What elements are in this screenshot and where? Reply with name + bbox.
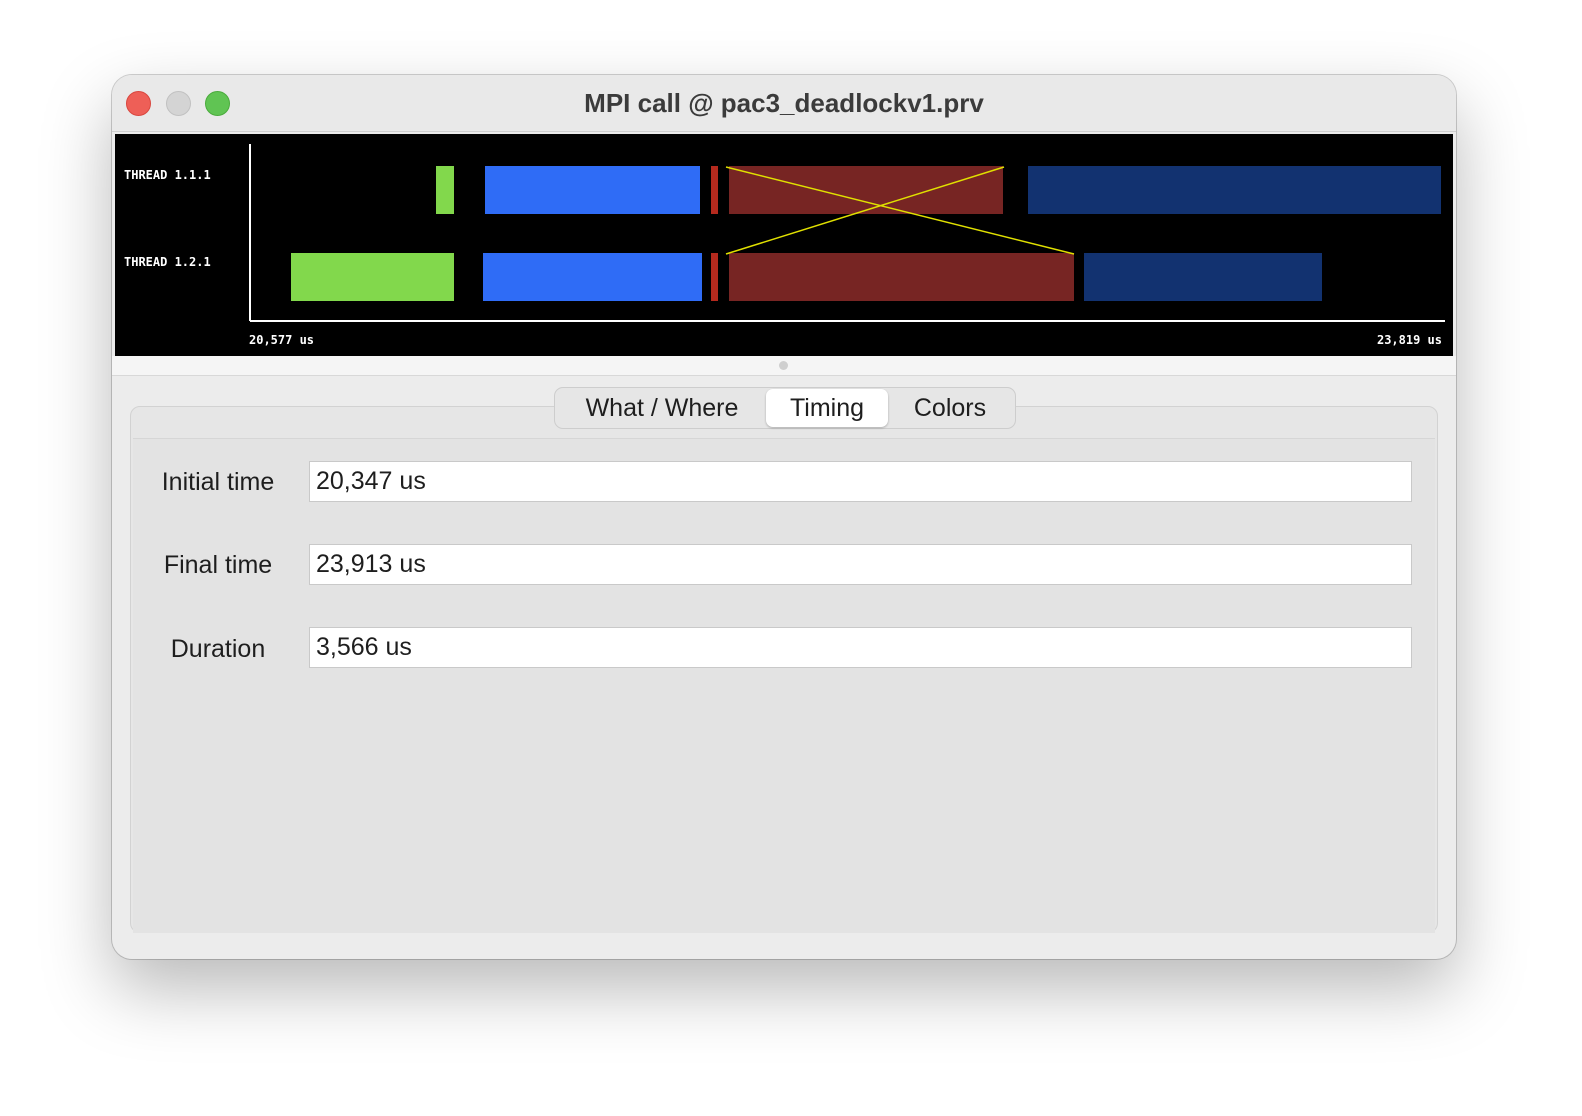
thread-label: THREAD 1.2.1 bbox=[124, 255, 211, 269]
splitter-handle[interactable] bbox=[112, 356, 1456, 376]
initial-time-label: Initial time bbox=[161, 468, 275, 496]
final-time-label: Final time bbox=[163, 551, 273, 579]
window-title: MPI call @ pac3_deadlockv1.prv bbox=[584, 88, 984, 118]
state-burst[interactable] bbox=[711, 166, 718, 214]
tab-bar: What / Where Timing Colors bbox=[554, 387, 1016, 429]
window: MPI call @ pac3_deadlockv1.prv THREAD 1.… bbox=[112, 75, 1456, 959]
timeline-start-label: 20,577 us bbox=[249, 333, 314, 347]
tab-colors[interactable]: Colors bbox=[888, 389, 1012, 427]
state-burst[interactable] bbox=[291, 253, 454, 301]
state-burst[interactable] bbox=[483, 253, 702, 301]
state-burst[interactable] bbox=[729, 253, 1074, 301]
thread-label: THREAD 1.1.1 bbox=[124, 168, 211, 182]
final-time-field[interactable] bbox=[309, 544, 1412, 585]
state-burst[interactable] bbox=[1028, 166, 1441, 214]
duration-label: Duration bbox=[170, 635, 266, 663]
state-burst[interactable] bbox=[729, 166, 1003, 214]
state-burst[interactable] bbox=[436, 166, 454, 214]
timeline-canvas: THREAD 1.1.1 THREAD 1.2.1 20,577 us 23,8… bbox=[124, 144, 1445, 347]
duration-field[interactable] bbox=[309, 627, 1412, 668]
timeline-end-label: 23,819 us bbox=[1377, 333, 1442, 347]
initial-time-field[interactable] bbox=[309, 461, 1412, 502]
tab-what-where[interactable]: What / Where bbox=[558, 389, 766, 427]
state-burst[interactable] bbox=[711, 253, 718, 301]
splitter-grip[interactable] bbox=[779, 361, 788, 370]
state-burst[interactable] bbox=[1084, 253, 1322, 301]
title-bar: MPI call @ pac3_deadlockv1.prv bbox=[112, 75, 1456, 132]
tab-timing[interactable]: Timing bbox=[766, 389, 888, 427]
timeline-view[interactable]: THREAD 1.1.1 THREAD 1.2.1 20,577 us 23,8… bbox=[115, 134, 1453, 356]
timing-content bbox=[133, 438, 1435, 933]
state-burst[interactable] bbox=[485, 166, 700, 214]
